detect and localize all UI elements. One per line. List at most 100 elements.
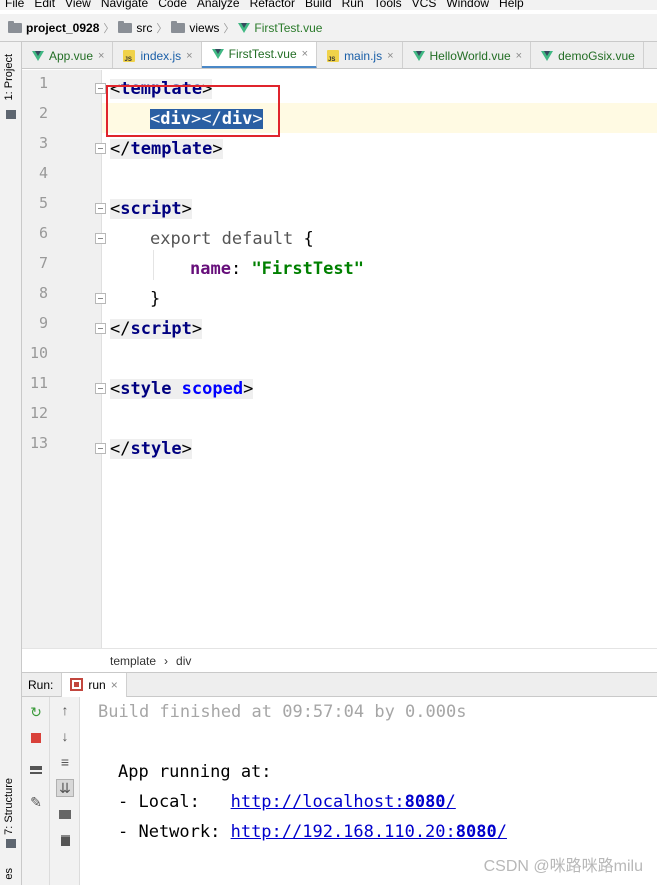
vue-file-icon	[412, 50, 425, 61]
tab-firsttest-vue[interactable]: FirstTest.vue ×	[201, 42, 318, 68]
nav-separator: 〉	[223, 22, 235, 35]
nav-file-label: FirstTest.vue	[254, 20, 323, 35]
tab-index-js[interactable]: index.js ×	[113, 42, 202, 68]
menu-vcs[interactable]: VCS	[407, 0, 442, 10]
fold-marker-icon[interactable]	[95, 383, 106, 394]
line-number: 9	[38, 314, 48, 332]
csdn-watermark: CSDN @咪路咪路milu	[483, 858, 643, 875]
menu-help[interactable]: Help	[494, 0, 529, 10]
npm-run-icon	[70, 678, 84, 691]
nav-folder-views[interactable]: views	[171, 20, 220, 35]
layout-icon[interactable]	[27, 761, 45, 779]
close-icon[interactable]: ×	[387, 50, 393, 62]
tab-label: index.js	[140, 48, 182, 63]
close-icon[interactable]: ×	[302, 48, 308, 60]
breadcrumb-div[interactable]: div	[176, 654, 191, 668]
menu-window[interactable]: Window	[441, 0, 494, 10]
menu-refactor[interactable]: Refactor	[245, 0, 300, 10]
nav-separator: 〉	[103, 22, 115, 35]
menu-run[interactable]: Run	[337, 0, 369, 10]
vue-file-icon	[541, 50, 554, 61]
menu-edit[interactable]: Edit	[29, 0, 60, 10]
network-url-link[interactable]: http://192.168.110.20:8080/	[231, 822, 507, 842]
fold-marker-icon[interactable]	[95, 233, 106, 244]
tab-main-js[interactable]: main.js ×	[317, 42, 403, 68]
menu-tools[interactable]: Tools	[369, 0, 407, 10]
close-icon[interactable]: ×	[98, 50, 104, 62]
console-network-line: - Network: http://192.168.110.20:8080/	[118, 822, 507, 842]
code-line-6: export default {	[150, 229, 314, 249]
line-number: 4	[38, 164, 48, 182]
structure-tool-icon[interactable]	[6, 839, 16, 848]
breadcrumb-template[interactable]: template	[110, 654, 156, 668]
stop-icon[interactable]	[27, 729, 45, 747]
menu-bar: File Edit View Navigate Code Analyze Ref…	[0, 0, 657, 10]
fold-marker-icon[interactable]	[95, 443, 106, 454]
code-line-7: name: "FirstTest"	[190, 259, 365, 279]
nav-project-label: project_0928	[26, 20, 100, 35]
nav-folder-views-label: views	[189, 20, 220, 35]
nav-file[interactable]: FirstTest.vue	[238, 21, 322, 35]
run-panel-header: Run: run ×	[22, 672, 657, 697]
project-tool-icon[interactable]	[6, 110, 16, 119]
editor-tabs: App.vue × index.js × FirstTest.vue × mai…	[22, 42, 657, 69]
nav-project[interactable]: project_0928	[8, 20, 100, 35]
run-tab-label: run	[88, 677, 106, 692]
soft-wrap-icon[interactable]: ≡	[56, 753, 74, 771]
local-url-link[interactable]: http://localhost:8080/	[231, 792, 456, 812]
code-editor[interactable]: 1 2 3 4 5 6 7 8 9 10 11 12 13 <template>…	[22, 70, 657, 648]
console-local-line: - Local: http://localhost:8080/	[118, 792, 456, 812]
tab-app-vue[interactable]: App.vue ×	[22, 42, 114, 68]
structure-tool-tab[interactable]: 7: Structure	[3, 778, 15, 835]
line-number: 12	[29, 404, 48, 422]
code-line-13: </style>	[110, 439, 192, 459]
fold-marker-icon[interactable]	[95, 203, 106, 214]
editor-breadcrumb: template › div	[22, 648, 657, 672]
rerun-icon[interactable]: ↻	[27, 703, 45, 721]
vue-file-icon	[211, 49, 224, 59]
run-tab[interactable]: run ×	[61, 672, 127, 697]
console-build-line: Build finished at 09:57:04 by 0.000s	[98, 702, 467, 722]
fold-marker-icon[interactable]	[95, 83, 106, 94]
menu-code[interactable]: Code	[153, 0, 192, 10]
run-panel-label: Run:	[28, 677, 54, 692]
code-line-8: }	[150, 289, 161, 309]
menu-view[interactable]: View	[60, 0, 96, 10]
up-arrow-icon[interactable]: ↑	[56, 701, 74, 719]
close-icon[interactable]: ×	[111, 678, 118, 692]
fold-marker-icon[interactable]	[95, 143, 106, 154]
fold-marker-icon[interactable]	[95, 323, 106, 334]
vue-file-icon	[32, 50, 44, 61]
down-arrow-icon[interactable]: ↓	[56, 727, 74, 745]
trash-icon[interactable]	[56, 831, 74, 849]
close-icon[interactable]: ×	[186, 50, 192, 62]
tab-label: App.vue	[49, 48, 94, 63]
menu-file[interactable]: File	[0, 0, 29, 10]
line-number: 7	[38, 254, 48, 272]
nav-separator: 〉	[156, 22, 168, 35]
js-file-icon	[123, 49, 136, 63]
line-number: 13	[29, 434, 48, 452]
folder-icon	[171, 20, 186, 33]
menu-analyze[interactable]: Analyze	[192, 0, 245, 10]
line-number: 1	[38, 74, 48, 92]
close-icon[interactable]: ×	[516, 50, 522, 62]
menu-navigate[interactable]: Navigate	[96, 0, 153, 10]
scroll-to-end-icon[interactable]: ⇊	[56, 779, 74, 797]
menu-build[interactable]: Build	[300, 0, 337, 10]
left-tool-strip: 1: Project 7: Structure es	[0, 42, 22, 885]
run-toolbar-primary: ↻ ✎	[22, 697, 50, 885]
pin-icon[interactable]: ✎	[27, 793, 45, 811]
project-tool-tab[interactable]: 1: Project	[3, 54, 15, 100]
nav-folder-src[interactable]: src	[118, 20, 152, 35]
tab-demogsix-vue[interactable]: demoGsix.vue	[531, 42, 644, 68]
print-icon[interactable]	[56, 805, 74, 823]
favorites-tool-tab[interactable]: es	[3, 868, 15, 880]
navigation-bar: project_0928 〉 src 〉 views 〉 FirstTest.v…	[0, 14, 657, 42]
code-line-3: </template>	[110, 139, 223, 159]
console-app-running: App running at:	[118, 762, 272, 782]
vue-file-icon	[238, 22, 251, 33]
tab-helloworld-vue[interactable]: HelloWorld.vue ×	[403, 42, 532, 68]
line-number: 5	[38, 194, 48, 212]
fold-marker-icon[interactable]	[95, 293, 106, 304]
